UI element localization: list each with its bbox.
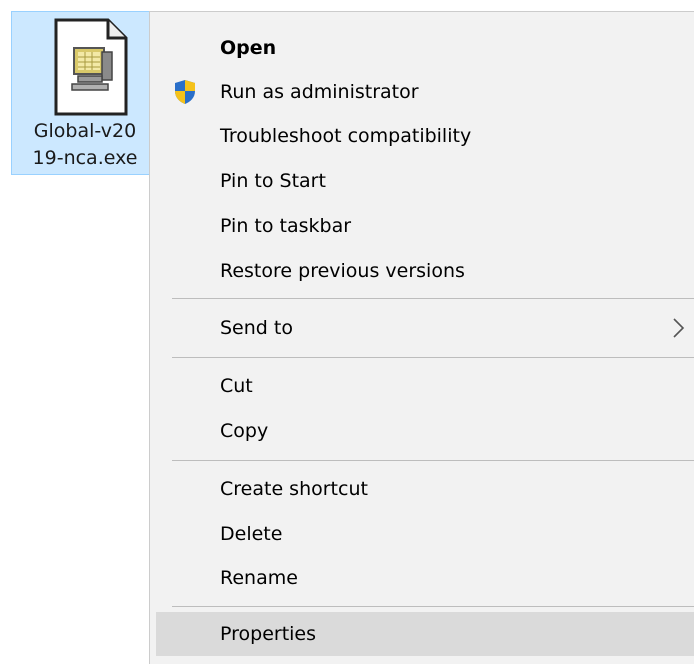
menu-item-label: Delete bbox=[220, 523, 283, 545]
chevron-right-icon bbox=[673, 318, 685, 338]
menu-item-copy[interactable]: Copy bbox=[156, 409, 694, 453]
menu-item-pin-to-taskbar[interactable]: Pin to taskbar bbox=[156, 204, 694, 248]
menu-item-run-as-administrator[interactable]: Run as administrator bbox=[156, 70, 694, 114]
menu-item-pin-to-start[interactable]: Pin to Start bbox=[156, 159, 694, 203]
executable-file-icon bbox=[54, 18, 128, 116]
menu-item-send-to[interactable]: Send to bbox=[156, 306, 694, 350]
menu-item-label: Pin to Start bbox=[220, 170, 326, 192]
menu-item-label: Pin to taskbar bbox=[220, 215, 352, 237]
menu-separator bbox=[172, 298, 694, 299]
menu-item-restore-previous-versions[interactable]: Restore previous versions bbox=[156, 249, 694, 293]
desktop-file-selected[interactable]: Global-v20 19-nca.exe bbox=[11, 11, 159, 175]
menu-item-label: Create shortcut bbox=[220, 478, 368, 500]
menu-item-cut[interactable]: Cut bbox=[156, 364, 694, 408]
menu-item-properties[interactable]: Properties bbox=[156, 612, 694, 656]
menu-item-label: Cut bbox=[220, 375, 253, 397]
menu-item-label: Open bbox=[220, 37, 277, 59]
menu-separator bbox=[172, 357, 694, 358]
menu-item-label: Troubleshoot compatibility bbox=[220, 125, 472, 147]
menu-separator bbox=[172, 606, 694, 607]
menu-item-label: Copy bbox=[220, 420, 269, 442]
uac-shield-icon bbox=[175, 80, 195, 104]
menu-item-label: Run as administrator bbox=[220, 81, 419, 103]
menu-separator bbox=[172, 460, 694, 461]
file-name-line-1: Global-v20 bbox=[33, 120, 137, 142]
menu-item-label: Restore previous versions bbox=[220, 260, 465, 282]
desktop: Global-v20 19-nca.exe Open Run as admini… bbox=[0, 0, 694, 664]
menu-item-open[interactable]: Open bbox=[156, 26, 694, 70]
menu-item-label: Send to bbox=[220, 317, 293, 339]
menu-item-create-shortcut[interactable]: Create shortcut bbox=[156, 467, 694, 511]
menu-item-rename[interactable]: Rename bbox=[156, 556, 694, 600]
context-menu: Open Run as administrator Troubleshoot c… bbox=[149, 11, 694, 664]
menu-item-label: Rename bbox=[220, 567, 298, 589]
menu-item-delete[interactable]: Delete bbox=[156, 512, 694, 556]
menu-item-troubleshoot-compatibility[interactable]: Troubleshoot compatibility bbox=[156, 114, 694, 158]
file-name-line-2: 19-nca.exe bbox=[32, 147, 138, 169]
menu-item-label: Properties bbox=[220, 623, 317, 645]
